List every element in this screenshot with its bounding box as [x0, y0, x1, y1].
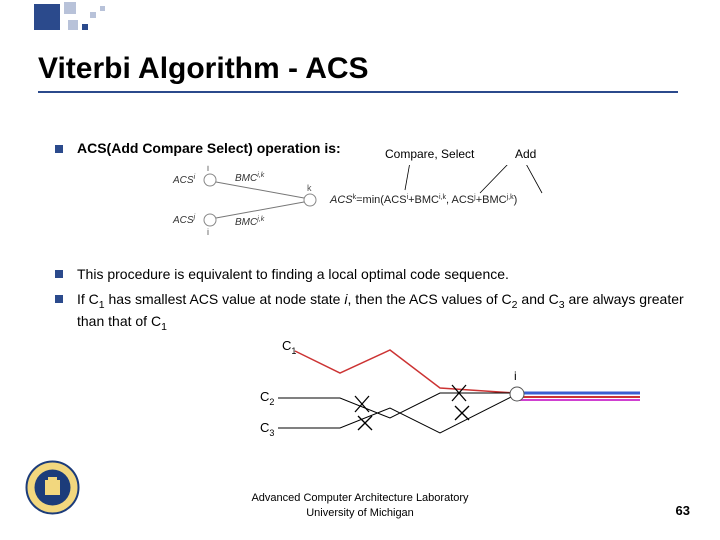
bullet-3: If C1 has smallest ACS value at node sta… [55, 290, 690, 334]
node-i-label: i [207, 165, 209, 173]
svg-text:BMCi,k: BMCi,k [235, 172, 265, 184]
acs-equation: ACSk=min(ACSi+BMCi,k, ACSj+BMCj,k) [329, 194, 517, 206]
label-compare-select: Compare, Select [385, 147, 474, 161]
bullet-1: ACS(Add Compare Select) operation is: [55, 140, 690, 156]
node-k-label: k [307, 183, 312, 193]
bullet-square-icon [55, 145, 63, 153]
svg-text:C1: C1 [282, 338, 296, 356]
page-number: 63 [676, 503, 690, 518]
node-i-lbl: i [514, 369, 517, 383]
node-j-label: j [206, 227, 209, 235]
title-rule [38, 91, 678, 93]
bullet-2-text: This procedure is equivalent to finding … [77, 265, 509, 284]
acs-trellis-diagram: i j k ACSi BMCi,k ACSj BMCj,k ACSk=min(A… [170, 165, 590, 235]
svg-text:C3: C3 [260, 420, 274, 438]
footer-line1: Advanced Computer Architecture Laborator… [0, 491, 720, 505]
svg-text:BMCj,k: BMCj,k [235, 216, 265, 228]
bullet-3-text: If C1 has smallest ACS value at node sta… [77, 290, 690, 334]
bullet-square-icon [55, 295, 63, 303]
svg-text:ACSi: ACSi [172, 174, 196, 186]
page-title: Viterbi Algorithm - ACS [38, 52, 700, 86]
bullet-2: This procedure is equivalent to finding … [55, 265, 690, 284]
bullet-square-icon [55, 270, 63, 278]
label-add: Add [515, 147, 536, 161]
svg-text:C2: C2 [260, 389, 274, 407]
svg-text:ACSj: ACSj [172, 214, 196, 226]
footer: Advanced Computer Architecture Laborator… [0, 491, 720, 520]
footer-line2: University of Michigan [0, 506, 720, 520]
bullet-1-text: ACS(Add Compare Select) operation is: [77, 140, 341, 156]
code-sequence-diagram: i C1 C2 C3 [260, 338, 650, 448]
